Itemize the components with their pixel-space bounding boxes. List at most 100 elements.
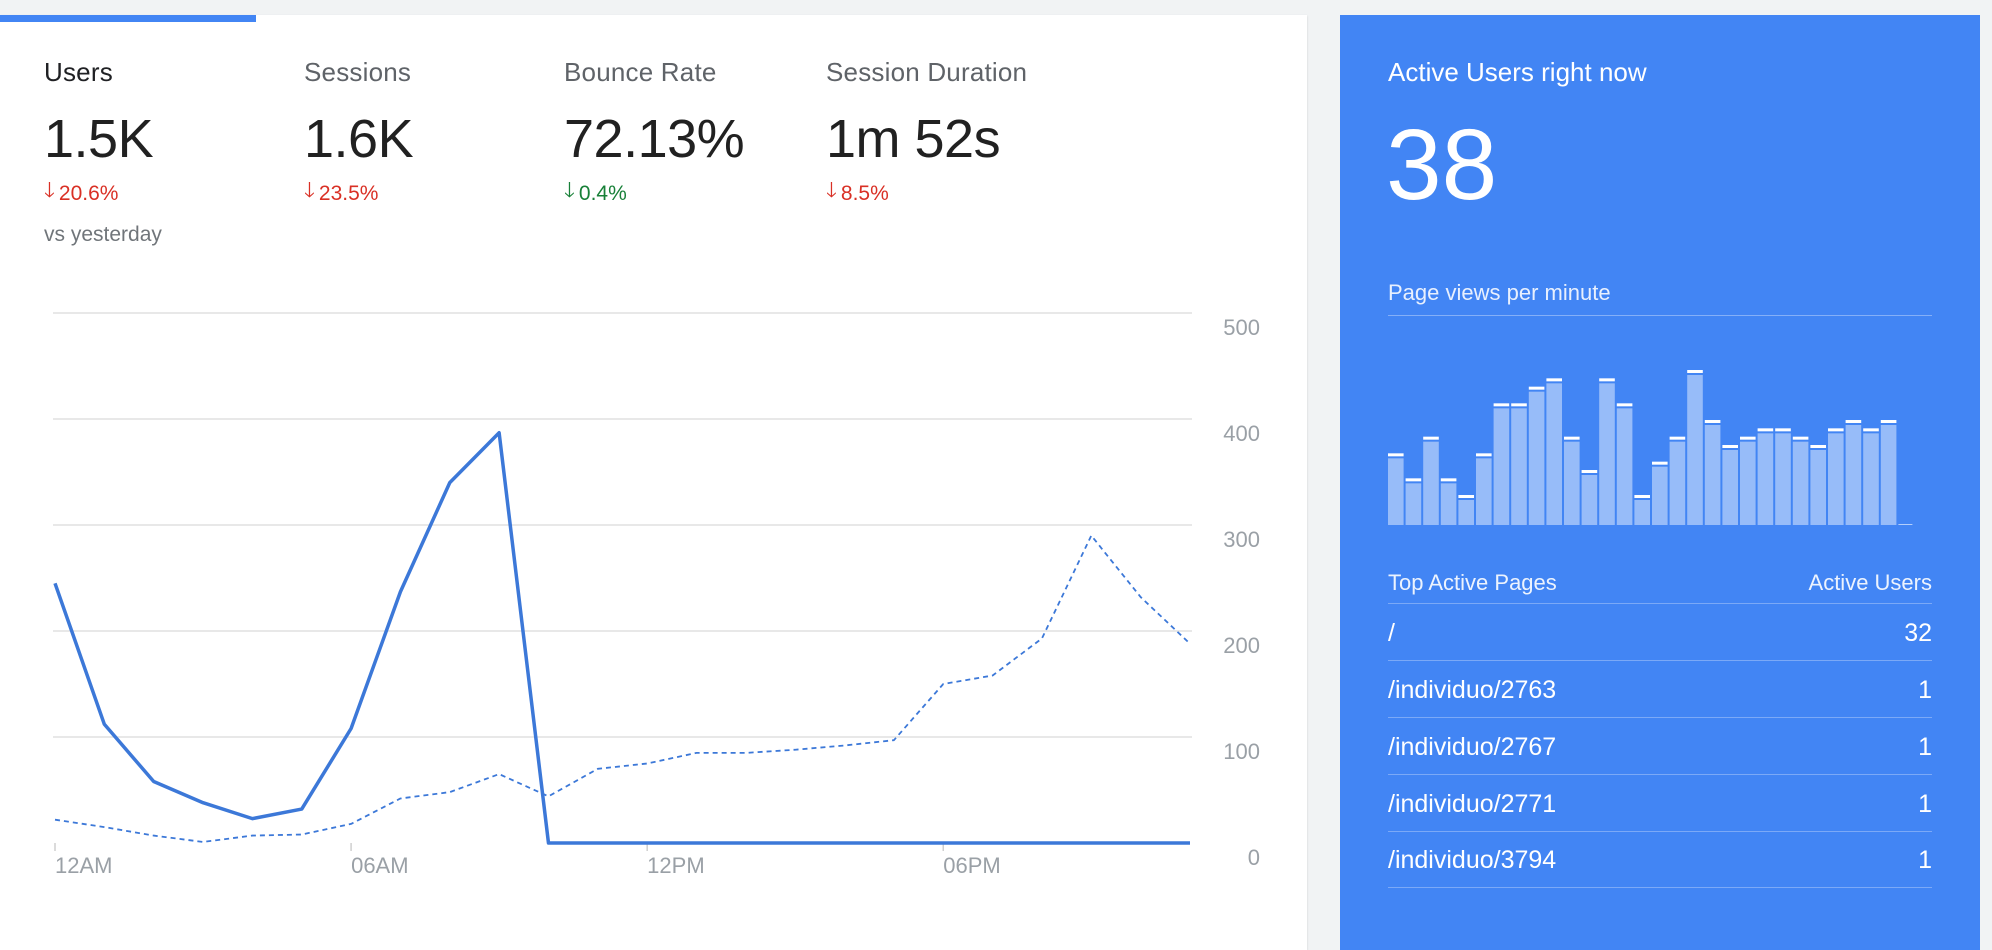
comparison-label: vs yesterday (44, 223, 162, 247)
metric-session-duration[interactable]: Session Duration 1m 52s 🡓 8.5% (826, 57, 1027, 211)
pageview-bar (1529, 392, 1545, 525)
metric-users[interactable]: Users 1.5K 🡓 20.6% vs yesterday (44, 57, 162, 247)
y-tick-label: 0 (1248, 845, 1260, 870)
metric-bounce-rate[interactable]: Bounce Rate 72.13% 🡓 0.4% (564, 57, 744, 211)
line-chart: 010020030040050012AM06AM12PM06PM (0, 285, 1307, 885)
pageview-bar (1476, 458, 1492, 525)
metric-change-value: 0.4% (579, 182, 627, 206)
pageview-bar-cap (1388, 453, 1404, 456)
pageview-bar-cap (1582, 470, 1598, 473)
active-users-heading: Active Users (1809, 570, 1932, 596)
y-tick-label: 200 (1223, 633, 1260, 658)
pageview-bar-cap (1634, 495, 1650, 498)
pageview-bar-cap (1687, 370, 1703, 373)
pageview-bar-cap (1863, 428, 1879, 431)
metric-value: 1.5K (44, 108, 162, 170)
x-tick-label: 12PM (647, 853, 704, 878)
pageview-bar (1793, 442, 1809, 525)
top-page-row[interactable]: / 32 (1388, 603, 1932, 660)
line-chart-svg: 010020030040050012AM06AM12PM06PM (0, 285, 1307, 885)
pageview-bar (1722, 450, 1738, 525)
overview-card: Users 1.5K 🡓 20.6% vs yesterday Sessions… (0, 15, 1307, 950)
page-path[interactable]: /individuo/2771 (1388, 790, 1556, 819)
realtime-card: Active Users right now 38 Page views per… (1340, 15, 1980, 950)
pageviews-bar-chart (1388, 345, 1932, 530)
pageview-bar-cap (1476, 453, 1492, 456)
pageview-bar-cap (1881, 420, 1897, 423)
page-active-users: 1 (1918, 790, 1932, 819)
realtime-title: Active Users right now (1388, 57, 1647, 88)
metric-value: 1.6K (304, 108, 413, 170)
top-page-row[interactable]: /individuo/2771 1 (1388, 774, 1932, 831)
x-tick-label: 12AM (55, 853, 112, 878)
divider (1388, 315, 1932, 316)
pageview-bar-cap (1670, 437, 1686, 440)
arrow-down-icon: 🡓 (826, 176, 837, 211)
pageview-bar-cap (1441, 478, 1457, 481)
top-page-row[interactable]: /individuo/3794 1 (1388, 831, 1932, 888)
y-tick-label: 500 (1223, 315, 1260, 340)
y-tick-label: 400 (1223, 421, 1260, 446)
metric-change-value: 20.6% (59, 182, 119, 206)
pageview-bar (1617, 408, 1633, 525)
pageview-bar (1388, 458, 1404, 525)
pageview-bar-cap (1828, 428, 1844, 431)
metric-change-value: 8.5% (841, 182, 889, 206)
pageviews-bar-svg (1388, 345, 1932, 525)
pageview-bar-cap (1617, 403, 1633, 406)
pageview-bar (1705, 425, 1721, 525)
pageview-bar-cap (1406, 478, 1422, 481)
pageview-bar-cap (1722, 445, 1738, 448)
x-tick-label: 06AM (351, 853, 408, 878)
page-path[interactable]: /individuo/2763 (1388, 676, 1556, 705)
metric-label: Bounce Rate (564, 57, 744, 88)
pageview-bar (1494, 408, 1510, 525)
metric-change: 🡓 23.5% (304, 176, 413, 211)
pageview-bar (1582, 475, 1598, 525)
page-active-users: 32 (1904, 619, 1932, 648)
pageview-bar (1634, 500, 1650, 525)
pageview-bar-cap (1511, 403, 1527, 406)
page-active-users: 1 (1918, 846, 1932, 875)
metric-change: 🡓 8.5% (826, 176, 1027, 211)
series-line-yesterday (55, 536, 1190, 842)
top-pages-heading: Top Active Pages (1388, 570, 1557, 596)
top-page-row[interactable]: /individuo/2763 1 (1388, 660, 1932, 717)
page-path[interactable]: / (1388, 619, 1395, 648)
pageview-bar (1687, 375, 1703, 525)
pageview-bar (1828, 433, 1844, 525)
top-page-row[interactable]: /individuo/2767 1 (1388, 717, 1932, 774)
metric-value: 72.13% (564, 108, 744, 170)
pageview-bar-cap (1775, 428, 1791, 431)
metric-change-value: 23.5% (319, 182, 379, 206)
pageview-bar (1546, 383, 1562, 525)
page-active-users: 1 (1918, 676, 1932, 705)
page-active-users: 1 (1918, 733, 1932, 762)
pageview-bar (1881, 425, 1897, 525)
metric-value: 1m 52s (826, 108, 1027, 170)
pageview-bar-cap (1705, 420, 1721, 423)
pageview-bar-cap (1758, 428, 1774, 431)
y-tick-label: 100 (1223, 739, 1260, 764)
pageview-bar (1846, 425, 1862, 525)
pageview-bar (1458, 500, 1474, 525)
pageview-bar-cap (1423, 437, 1439, 440)
pageview-bar-cap (1564, 437, 1580, 440)
arrow-down-icon: 🡓 (304, 176, 315, 211)
metric-sessions[interactable]: Sessions 1.6K 🡓 23.5% (304, 57, 413, 211)
pageview-bar (1652, 467, 1668, 525)
pageview-bar (1511, 408, 1527, 525)
arrow-down-icon: 🡓 (564, 176, 575, 211)
top-pages-header: Top Active Pages Active Users (1388, 570, 1932, 596)
pageview-bar-cap (1546, 378, 1562, 381)
page-path[interactable]: /individuo/2767 (1388, 733, 1556, 762)
pageview-bar-cap (1652, 462, 1668, 465)
pageview-bar (1863, 433, 1879, 525)
pageview-bar (1670, 442, 1686, 525)
y-tick-label: 300 (1223, 527, 1260, 552)
pageview-bar-cap (1458, 495, 1474, 498)
metric-label: Session Duration (826, 57, 1027, 88)
page-path[interactable]: /individuo/3794 (1388, 846, 1556, 875)
pageview-bar (1564, 442, 1580, 525)
pageview-bar (1599, 383, 1615, 525)
